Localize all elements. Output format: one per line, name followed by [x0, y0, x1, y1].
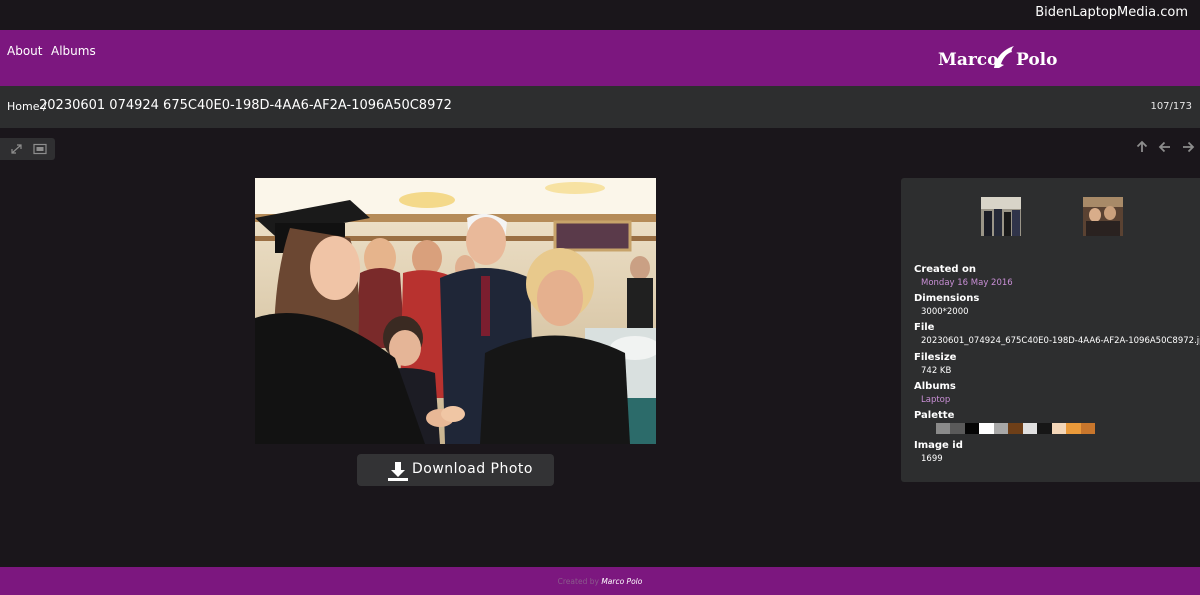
palette-swatch [1051, 423, 1066, 434]
main-photo[interactable] [255, 178, 656, 444]
created-label: Created on [914, 264, 976, 275]
image-id-label: Image id [914, 440, 963, 451]
footer-credit: Created by Marco Polo [557, 577, 643, 586]
palette-swatch [993, 423, 1008, 434]
palette-swatch [1022, 423, 1037, 434]
palette-swatch [1008, 423, 1023, 434]
filesize-label: Filesize [914, 352, 957, 363]
palette-swatch [950, 423, 965, 434]
download-label: Download Photo [412, 461, 533, 477]
next-thumbnail[interactable] [1083, 197, 1123, 236]
navbar: About Albums Marco Polo [0, 30, 1200, 86]
breadcrumb: Home / 20230601 074924 675C40E0-198D-4AA… [0, 86, 1200, 128]
created-value-link[interactable]: Monday 16 May 2016 [921, 278, 1013, 288]
file-value: 20230601_074924_675C40E0-198D-4AA6-AF2A-… [921, 336, 1200, 346]
fullscreen-icon[interactable] [9, 142, 25, 156]
arrow-left-icon[interactable] [1157, 139, 1173, 155]
albums-label: Albums [914, 381, 956, 392]
image-id-value: 1699 [921, 454, 943, 464]
photo-image [255, 178, 656, 444]
color-palette [921, 423, 1095, 434]
logo-text-right: Polo [1016, 50, 1058, 70]
album-link[interactable]: Laptop [921, 395, 950, 405]
page-title: 20230601 074924 675C40E0-198D-4AA6-AF2A-… [39, 98, 452, 113]
palette-swatch [921, 423, 936, 434]
arrow-up-icon[interactable] [1134, 139, 1150, 155]
palette-swatch [964, 423, 979, 434]
palette-swatch [1080, 423, 1095, 434]
view-toolbar [0, 138, 55, 160]
prev-thumbnail[interactable] [981, 197, 1021, 236]
footer-brand-link[interactable]: Marco Polo [601, 577, 642, 586]
palette-swatch [979, 423, 994, 434]
dimensions-label: Dimensions [914, 293, 980, 304]
footer: Created by Marco Polo [0, 567, 1200, 595]
download-icon [388, 462, 408, 481]
marco-polo-logo[interactable]: Marco Polo [938, 42, 1058, 74]
prev-thumbnail-image [981, 197, 1021, 236]
next-thumbnail-image [1083, 197, 1123, 236]
dimensions-value: 3000*2000 [921, 307, 969, 317]
photo-counter: 107/173 [1150, 101, 1192, 112]
palette-label: Palette [914, 410, 955, 421]
nav-albums-link[interactable]: Albums [51, 44, 96, 58]
info-panel: Created on Monday 16 May 2016 Dimensions… [901, 178, 1200, 482]
arrow-right-icon[interactable] [1180, 139, 1196, 155]
filesize-value: 742 KB [921, 366, 952, 376]
site-link[interactable]: BidenLaptopMedia.com [1035, 5, 1188, 20]
top-bar: BidenLaptopMedia.com [0, 0, 1200, 30]
palette-swatch [1037, 423, 1052, 434]
download-photo-button[interactable]: Download Photo [357, 454, 554, 486]
palette-swatch [935, 423, 950, 434]
file-label: File [914, 322, 935, 333]
palette-swatch [1066, 423, 1081, 434]
nav-about-link[interactable]: About [7, 44, 42, 58]
slideshow-icon[interactable] [32, 142, 48, 156]
